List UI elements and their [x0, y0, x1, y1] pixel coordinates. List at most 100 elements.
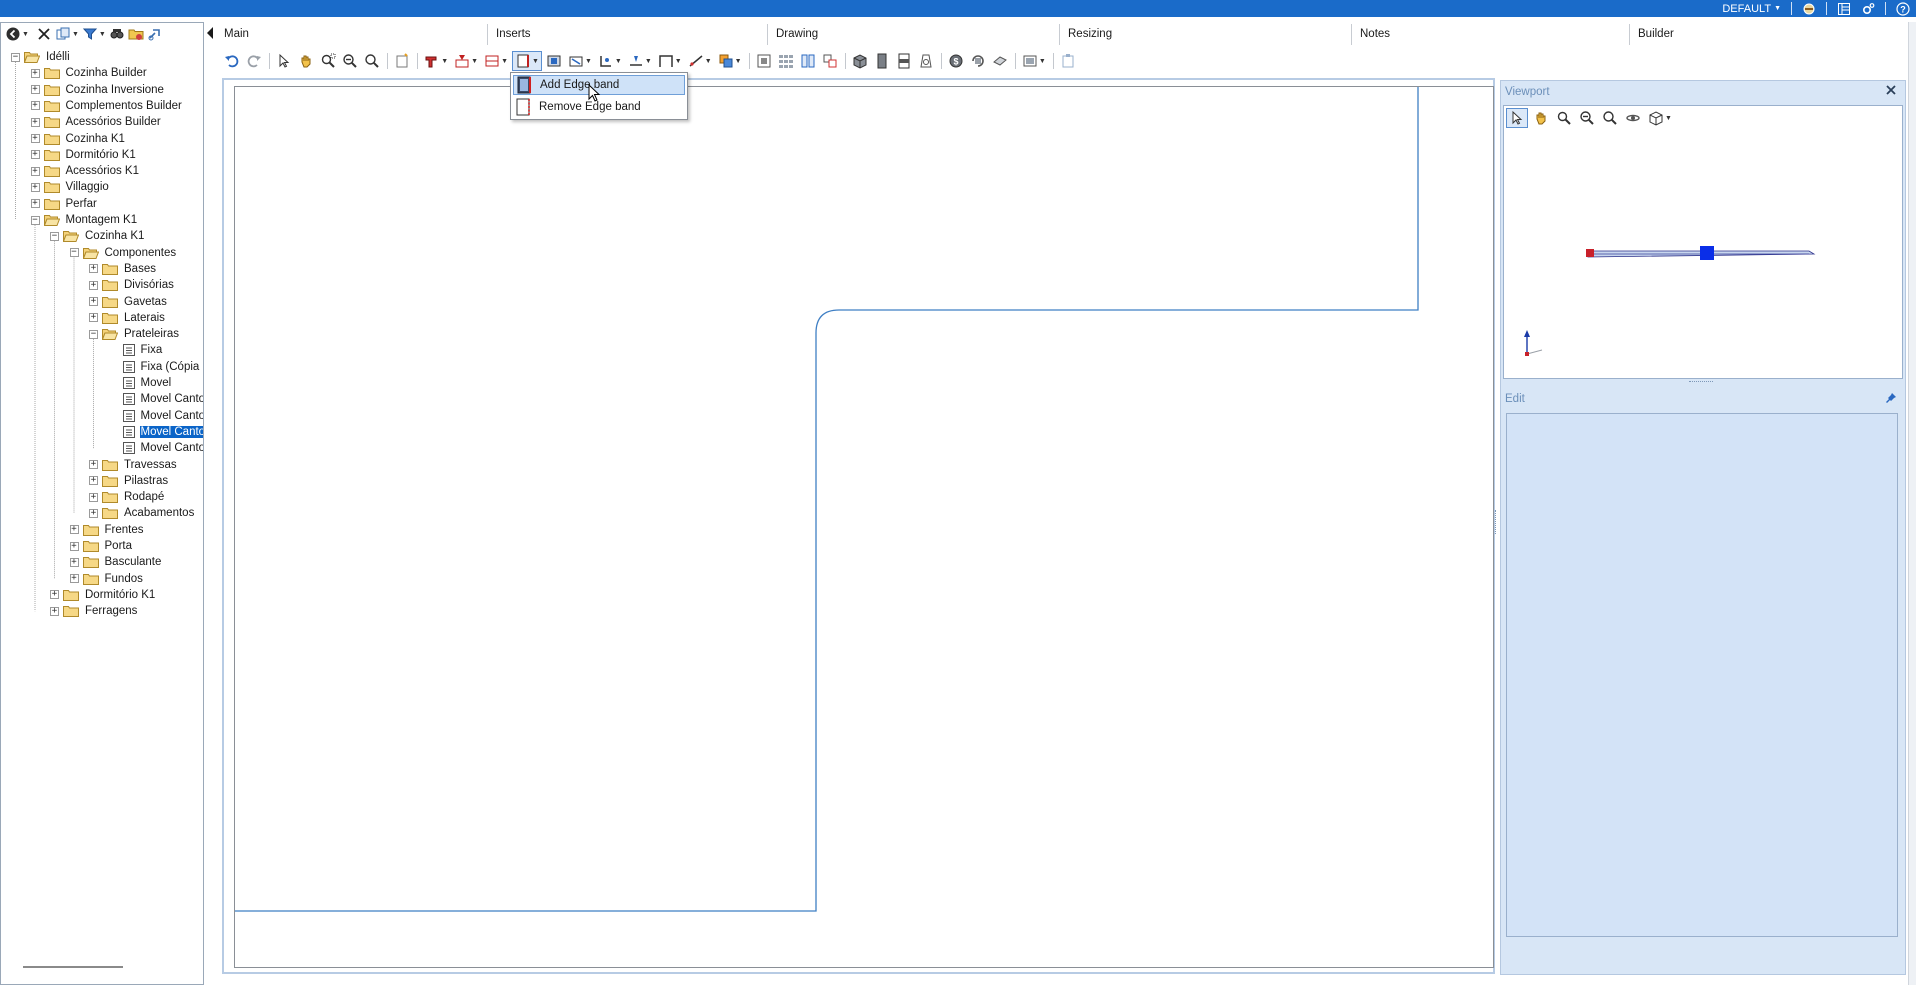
pan-icon[interactable]	[1531, 108, 1551, 128]
zoom-out-icon[interactable]	[1577, 108, 1597, 128]
insert-hardware-icon[interactable]: ▼	[422, 51, 450, 71]
expand-icon[interactable]: +	[89, 492, 98, 502]
zoom-out-icon[interactable]	[340, 51, 360, 71]
back-icon[interactable]: ▼	[5, 25, 29, 43]
texture-icon[interactable]	[990, 51, 1010, 71]
copy-icon[interactable]: ▼	[55, 25, 79, 43]
tree-folder[interactable]: + Fundos	[69, 571, 144, 587]
tree-folder[interactable]: + Rodapé	[89, 489, 165, 505]
tree-item[interactable]: Movel Canto	[109, 391, 203, 407]
expand-icon[interactable]: +	[89, 476, 98, 486]
folder-tools-icon[interactable]	[128, 25, 144, 43]
tree-folder[interactable]: + Bases	[89, 261, 157, 277]
undo-icon[interactable]	[222, 51, 242, 71]
view-cube-icon[interactable]: ▼	[1646, 108, 1674, 128]
tree-item[interactable]: Movel Canto	[109, 440, 203, 456]
layout-icon[interactable]	[1837, 2, 1851, 16]
expand-icon[interactable]: +	[89, 297, 98, 306]
mirror-icon[interactable]	[820, 51, 840, 71]
expand-icon[interactable]: +	[30, 182, 40, 192]
zoom-window-icon[interactable]	[318, 51, 338, 71]
tree-folder[interactable]: + Acabamentos	[89, 505, 195, 521]
filter-icon[interactable]: ▼	[82, 25, 106, 43]
insert-panel-icon[interactable]: ▼	[482, 51, 510, 71]
tree-folder[interactable]: + Cozinha Inversione	[30, 82, 165, 98]
viewport-3d[interactable]: ▼	[1503, 105, 1903, 379]
expand-icon[interactable]: +	[89, 264, 98, 274]
zoom-icon[interactable]	[1600, 108, 1620, 128]
viewport-handle[interactable]	[1700, 246, 1714, 260]
expand-icon[interactable]: +	[89, 508, 98, 518]
expand-icon[interactable]: +	[30, 150, 40, 160]
expand-icon[interactable]: +	[30, 199, 40, 209]
tree-folder[interactable]: + Acessórios K1	[30, 163, 141, 179]
tree-folder[interactable]: − Prateleiras	[89, 326, 180, 342]
redo-icon[interactable]	[244, 51, 264, 71]
tree-folder[interactable]: + Cozinha Builder	[30, 65, 148, 81]
edge-band-icon[interactable]: ▼	[512, 51, 542, 71]
edit-panel[interactable]	[1506, 413, 1898, 937]
select-icon[interactable]	[1506, 108, 1528, 128]
panel-splitter[interactable]	[1689, 381, 1713, 385]
tree-folder[interactable]: + Ferragens	[50, 603, 138, 619]
help-icon[interactable]: ?	[1896, 1, 1910, 16]
tree-item[interactable]: Movel	[109, 375, 173, 391]
drawing-area[interactable]	[222, 78, 1495, 974]
expand-icon[interactable]: +	[89, 460, 98, 469]
tree-folder[interactable]: + Villaggio	[30, 179, 110, 195]
tree-item[interactable]: Movel Canto	[109, 408, 203, 424]
splitter-grip[interactable]	[1495, 510, 1499, 534]
tree-folder[interactable]: + Porta	[69, 538, 134, 554]
panel-front-icon[interactable]	[872, 51, 892, 71]
tree-folder[interactable]: − Cozinha K1	[50, 228, 145, 244]
tree-folder[interactable]: + Cozinha K1	[30, 131, 126, 147]
expand-icon[interactable]: +	[69, 525, 79, 535]
vertical-scrollbar[interactable]	[1908, 22, 1916, 985]
expand-icon[interactable]: +	[30, 166, 40, 176]
tree-folder[interactable]: + Dormitório K1	[30, 147, 137, 163]
paste-icon[interactable]	[1058, 51, 1078, 71]
insert-rectangle-icon[interactable]: ▼	[656, 51, 684, 71]
expand-icon[interactable]: +	[69, 541, 79, 551]
panel-side-icon[interactable]	[894, 51, 914, 71]
tree-folder[interactable]: + Basculante	[69, 554, 163, 570]
insert-path-icon[interactable]: ▼	[686, 51, 714, 71]
expand-icon[interactable]: +	[69, 574, 79, 584]
tree-folder[interactable]: + Perfar	[30, 196, 98, 212]
select-icon[interactable]	[274, 51, 294, 71]
box-icon[interactable]	[850, 51, 870, 71]
tree-folder[interactable]: + Divisórias	[89, 277, 175, 293]
collapse-icon[interactable]: −	[89, 329, 98, 339]
tree-folder[interactable]: + Pilastras	[89, 473, 169, 489]
collapse-icon[interactable]: −	[50, 231, 59, 241]
expand-icon[interactable]: +	[50, 606, 59, 616]
expand-icon[interactable]: +	[30, 117, 40, 127]
columns-icon[interactable]	[798, 51, 818, 71]
tree-folder[interactable]: + Laterais	[89, 310, 166, 326]
orbit-icon[interactable]	[1623, 108, 1643, 128]
expand-icon[interactable]: +	[30, 101, 40, 111]
insert-line-icon[interactable]: ▼	[596, 51, 624, 71]
view-options-icon[interactable]: ▼	[1020, 51, 1048, 71]
grid-icon[interactable]	[754, 51, 774, 71]
tree-folder[interactable]: − Componentes	[69, 245, 178, 261]
link-icon[interactable]	[147, 25, 163, 43]
collapse-icon[interactable]: −	[11, 52, 20, 62]
delete-icon[interactable]	[36, 25, 52, 43]
insert-groove-icon[interactable]	[544, 51, 564, 71]
tree-item[interactable]: Fixa	[109, 342, 164, 358]
tree-folder[interactable]: − Montagem K1	[30, 212, 139, 228]
pin-icon[interactable]	[1885, 392, 1897, 404]
expand-icon[interactable]: +	[30, 85, 40, 95]
expand-icon[interactable]: +	[89, 280, 98, 290]
drawing-canvas[interactable]	[234, 86, 1494, 968]
tree-folder[interactable]: + Travessas	[89, 457, 178, 473]
expand-icon[interactable]: +	[89, 313, 98, 323]
zoom-window-icon[interactable]	[1554, 108, 1574, 128]
search-icon[interactable]	[109, 25, 125, 43]
money-icon[interactable]: $	[946, 51, 966, 71]
tree-folder[interactable]: − Idélli	[11, 49, 71, 65]
insert-dimension-icon[interactable]: ▼	[626, 51, 654, 71]
horizontal-scrollbar[interactable]	[23, 966, 123, 968]
material-icon[interactable]	[916, 51, 936, 71]
